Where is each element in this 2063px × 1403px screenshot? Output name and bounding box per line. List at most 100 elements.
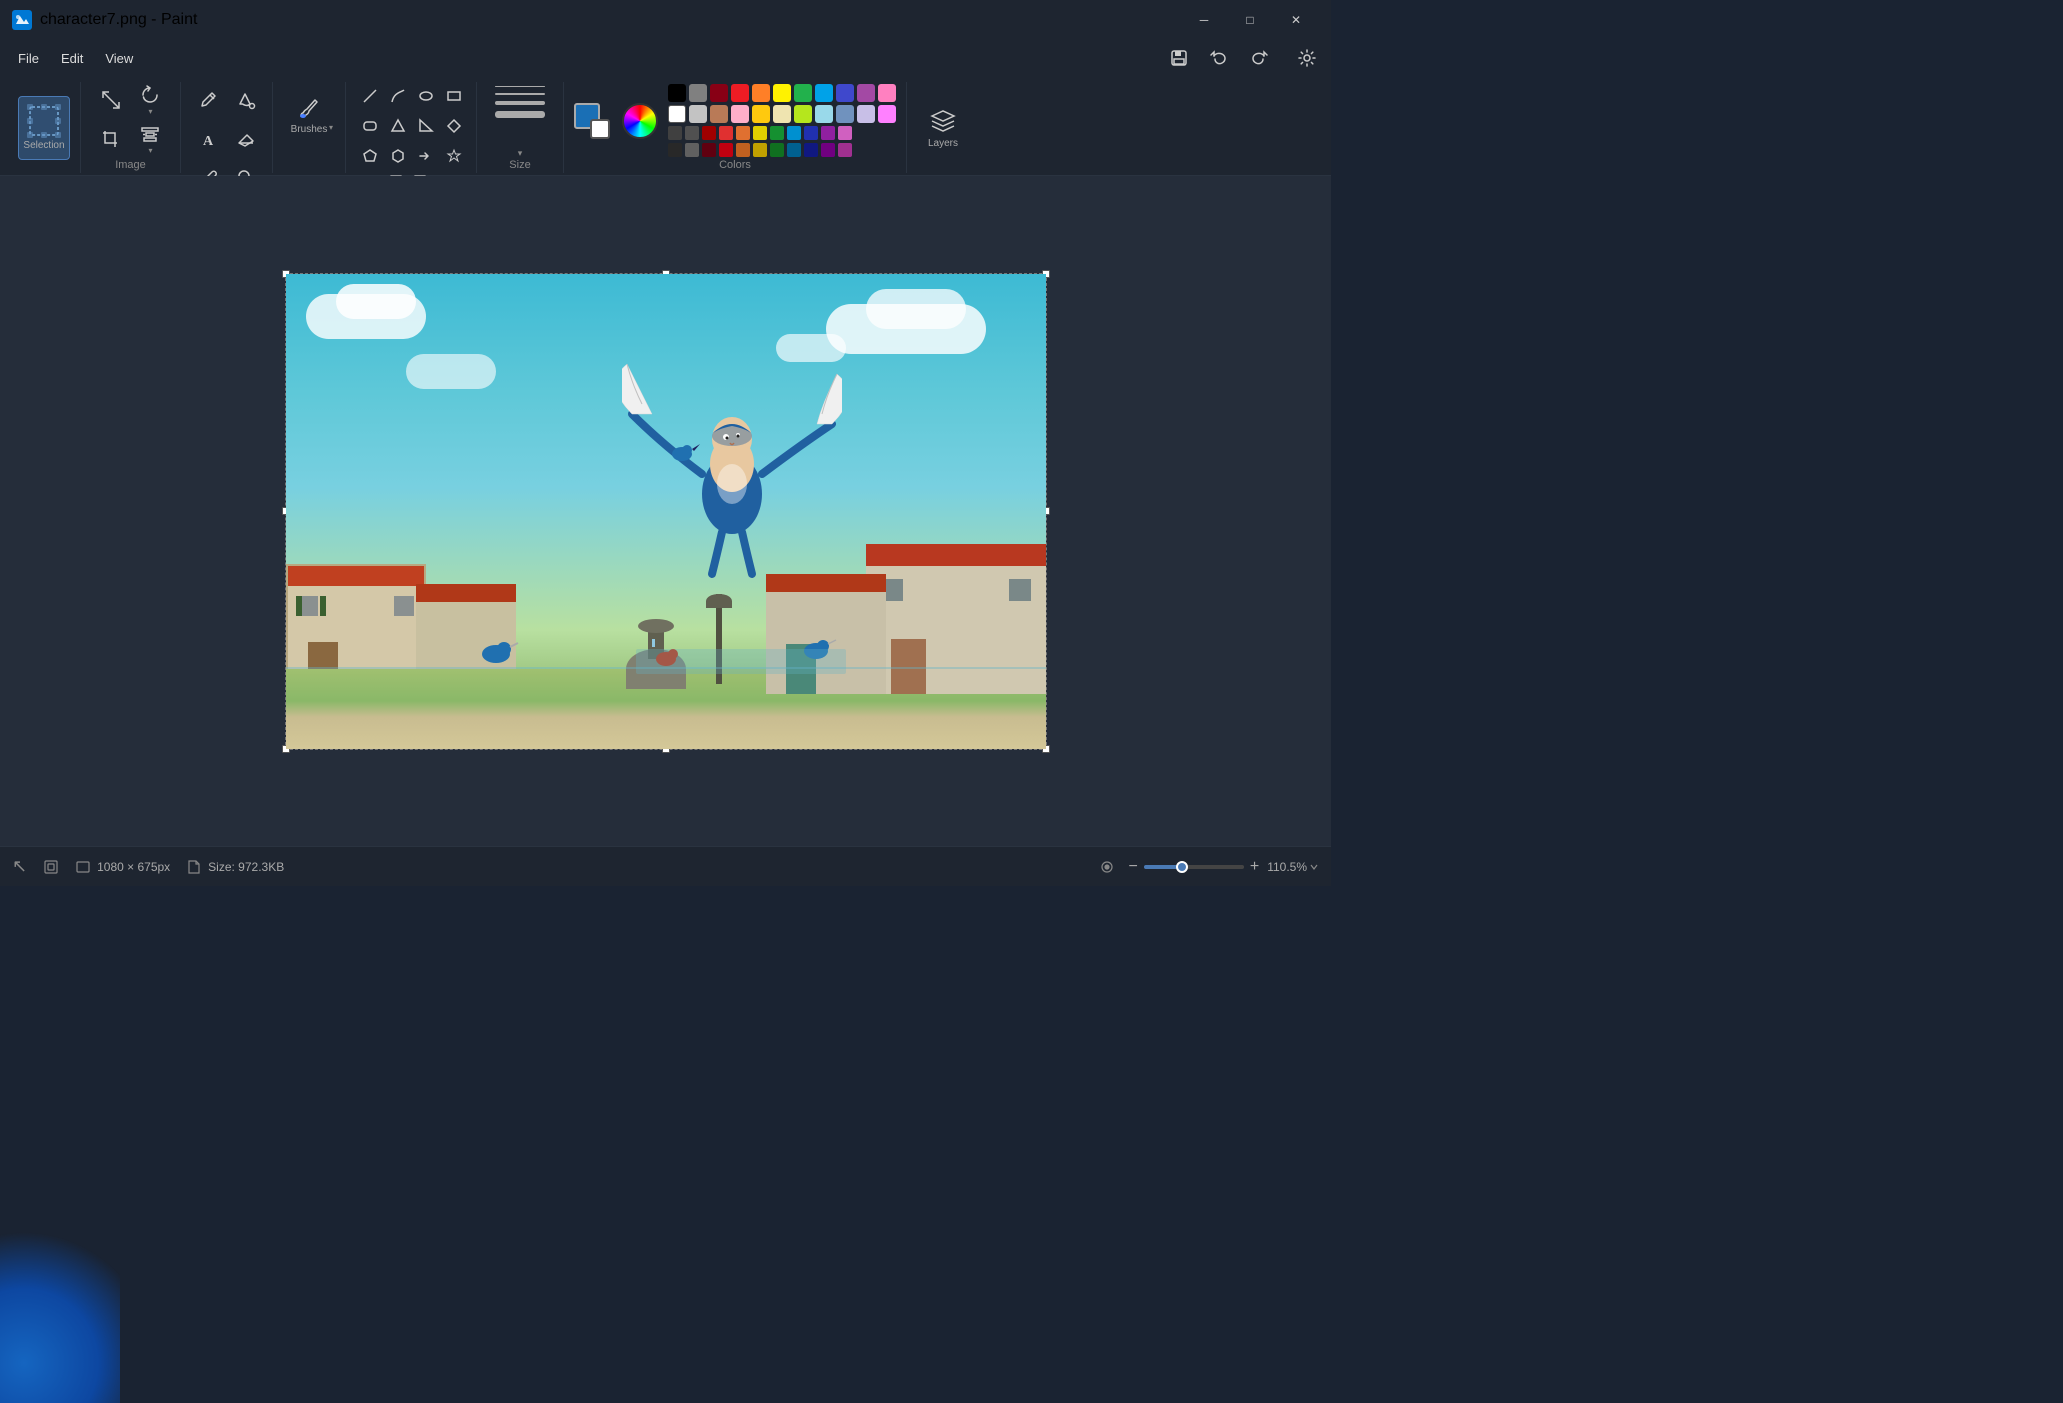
size-3px[interactable] [495,93,545,95]
swatch-dred[interactable] [702,126,716,140]
swatch-mpink[interactable] [838,143,852,157]
swatch-brown[interactable] [710,105,728,123]
swatch-purple[interactable] [857,84,875,102]
size-8px[interactable] [495,111,545,118]
swatch-slateg[interactable] [685,143,699,157]
swatch-cream[interactable] [773,105,791,123]
swatch-dpurple[interactable] [821,126,835,140]
shape-arrow-button[interactable] [412,142,440,170]
swatch-mgreen[interactable] [770,143,784,157]
crop-button[interactable] [93,121,129,157]
swatch-lavender[interactable] [857,105,875,123]
swatch-orange[interactable] [752,84,770,102]
rotate-dropdown[interactable]: ▾ [148,107,152,116]
swatch-doran[interactable] [736,126,750,140]
resize-button[interactable] [93,82,129,118]
maximize-button[interactable]: □ [1227,4,1273,36]
shape-hexagon-button[interactable] [384,142,412,170]
shape-rtriangle-button[interactable] [412,112,440,140]
zoom-thumb[interactable] [1176,861,1188,873]
shape-diamond-button[interactable] [440,112,468,140]
swatch-lgray[interactable] [689,105,707,123]
menu-view[interactable]: View [95,47,143,70]
redo-icon [1250,49,1268,67]
shape-pentagon-button[interactable] [356,142,384,170]
swatch-darkblue[interactable] [836,84,854,102]
background-color[interactable] [590,119,610,139]
swatch-gold[interactable] [752,105,770,123]
swatch-myellow[interactable] [753,143,767,157]
undo-button[interactable] [1203,44,1235,72]
swatch-dyellow[interactable] [753,126,767,140]
color-picker-palette[interactable] [622,103,658,139]
swatch-dgreen[interactable] [770,126,784,140]
layers-button[interactable]: Layers [917,96,969,160]
shape-line-button[interactable] [356,82,384,110]
menu-file[interactable]: File [8,47,49,70]
swatch-navy[interactable] [804,126,818,140]
brush-large-button[interactable]: ▾ Brushes [283,82,335,146]
brush-dropdown[interactable]: ▾ [329,123,333,132]
shape-triangle-button[interactable] [384,112,412,140]
shape-rect-button[interactable] [440,82,468,110]
swatch-vdgray[interactable] [668,143,682,157]
zoom-plus-button[interactable]: + [1250,858,1259,876]
adjust-dropdown[interactable]: ▾ [148,146,152,155]
swatch-green[interactable] [794,84,812,102]
zoom-minus-button[interactable]: − [1129,858,1138,876]
swatch-gray[interactable] [689,84,707,102]
display-options-button[interactable] [1093,853,1121,881]
swatch-dgray[interactable] [668,126,682,140]
minimize-button[interactable]: ─ [1181,4,1227,36]
adjust-button[interactable]: ▾ [132,121,168,157]
shape-rect2-button[interactable] [356,112,384,140]
swatch-dcyan[interactable] [787,126,801,140]
selection-tool-button[interactable]: Selection [18,96,70,160]
swatch-lgreen[interactable] [794,105,812,123]
size-dropdown-arrow[interactable]: ▾ [518,148,523,159]
shape-star-button[interactable] [440,142,468,170]
swatch-white[interactable] [668,105,686,123]
shape-hexagon-icon [390,148,406,164]
swatch-mgray[interactable] [685,126,699,140]
zoom-level-display[interactable]: 110.5% [1267,860,1319,874]
swatch-mpurp[interactable] [821,143,835,157]
swatch-black[interactable] [668,84,686,102]
shape-ellipse-button[interactable] [412,82,440,110]
swatch-mnavy[interactable] [804,143,818,157]
shape-star-icon [446,148,462,164]
swatch-pink[interactable] [878,84,896,102]
size-5px[interactable] [495,101,545,105]
size-1px[interactable] [495,86,545,87]
swatch-red[interactable] [731,84,749,102]
swatch-slateblue[interactable] [836,105,854,123]
swatch-lcyan[interactable] [815,105,833,123]
fullscreen-indicator[interactable] [43,859,59,875]
swatch-mred[interactable] [702,143,716,157]
swatch-mcyan[interactable] [787,143,801,157]
text-button[interactable]: A [191,121,227,157]
swatch-bred[interactable] [719,126,733,140]
eraser-button[interactable] [228,121,264,157]
swatch-magenta[interactable] [878,105,896,123]
canvas-dimensions: 1080 × 675px [97,860,170,874]
close-button[interactable]: ✕ [1273,4,1319,36]
selection-icon [27,104,61,138]
menu-edit[interactable]: Edit [51,47,93,70]
swatch-blue[interactable] [815,84,833,102]
redo-button[interactable] [1243,44,1275,72]
swatch-cred[interactable] [719,143,733,157]
swatch-yellow[interactable] [773,84,791,102]
swatch-moran[interactable] [736,143,750,157]
layers-icon [928,106,958,136]
swatch-darkred[interactable] [710,84,728,102]
pencil-button[interactable] [191,82,227,118]
fill-button[interactable] [228,82,264,118]
rotate-button[interactable]: ▾ [132,82,168,118]
swatch-lpink[interactable] [731,105,749,123]
save-button[interactable] [1163,44,1195,72]
shape-curve-button[interactable] [384,82,412,110]
zoom-slider[interactable] [1144,865,1244,869]
swatch-dpink[interactable] [838,126,852,140]
settings-button[interactable] [1291,44,1323,72]
